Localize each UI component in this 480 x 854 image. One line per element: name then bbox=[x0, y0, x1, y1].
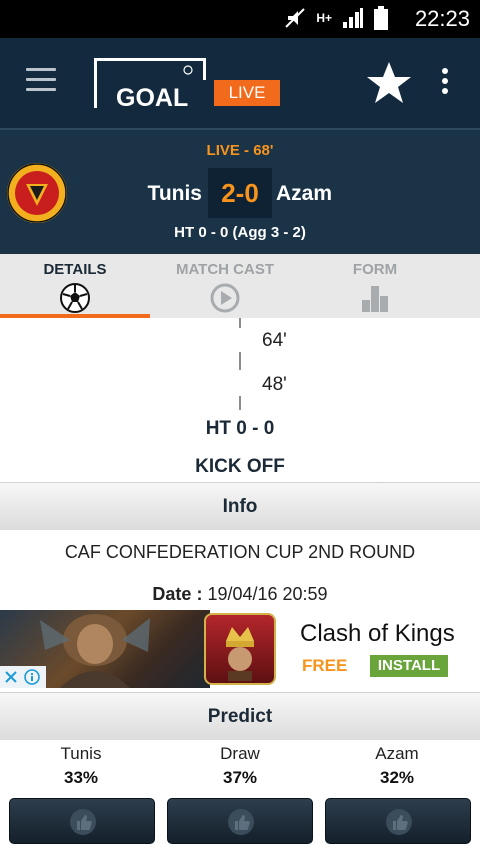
ad-title[interactable]: Clash of Kings bbox=[300, 620, 455, 648]
predict-option-label: Azam bbox=[375, 744, 419, 763]
app-bar: GOAL LIVE bbox=[0, 38, 480, 128]
timeline-line bbox=[239, 352, 241, 370]
ad-price: FREE bbox=[302, 656, 348, 675]
thumbs-up-icon bbox=[386, 809, 412, 835]
overflow-menu-icon[interactable] bbox=[442, 68, 450, 96]
network-type-label: H+ bbox=[316, 11, 332, 25]
ad-info-icon[interactable] bbox=[24, 669, 40, 685]
date-value: 19/04/16 20:59 bbox=[207, 584, 328, 604]
tab-form[interactable]: FORM bbox=[300, 254, 450, 318]
vote-home-button[interactable] bbox=[9, 798, 155, 844]
predict-option-away: Azam 32% bbox=[327, 744, 467, 788]
ad-app-icon[interactable] bbox=[204, 613, 276, 685]
star-icon[interactable] bbox=[366, 60, 412, 106]
score: 2-0 bbox=[208, 168, 272, 218]
ad-choices[interactable] bbox=[0, 666, 46, 688]
soccer-ball-icon bbox=[60, 283, 90, 313]
tab-match-cast-label: MATCH CAST bbox=[175, 261, 275, 278]
bar-chart-icon bbox=[362, 286, 388, 312]
timeline-event-minute: 48' bbox=[262, 374, 287, 395]
tab-match-cast[interactable]: MATCH CAST bbox=[150, 254, 300, 318]
tab-bar: DETAILS MATCH CAST FORM bbox=[0, 254, 480, 318]
match-timeline: 64' 48' HT 0 - 0 KICK OFF bbox=[0, 318, 480, 482]
home-team-crest-icon[interactable] bbox=[6, 162, 68, 224]
predict-option-percent: 37% bbox=[222, 768, 258, 787]
match-header: LIVE - 68' Tunis 2-0 Azam HT 0 - 0 (Agg … bbox=[0, 128, 480, 254]
menu-icon[interactable] bbox=[26, 68, 56, 92]
predict-header: Predict bbox=[0, 692, 480, 740]
close-icon[interactable] bbox=[4, 670, 18, 684]
ad-banner[interactable]: Clash of Kings FREE INSTALL bbox=[0, 610, 480, 688]
goal-logo: GOAL bbox=[94, 58, 206, 108]
home-team-name[interactable]: Tunis bbox=[148, 182, 202, 206]
predict-option-percent: 32% bbox=[379, 768, 415, 787]
timeline-kick-off: KICK OFF bbox=[195, 456, 285, 477]
thumbs-up-icon bbox=[228, 809, 254, 835]
timeline-line bbox=[239, 318, 241, 328]
thumbs-up-icon bbox=[70, 809, 96, 835]
mute-icon bbox=[285, 8, 306, 28]
predict-option-label: Draw bbox=[220, 744, 260, 763]
live-badge: LIVE bbox=[214, 80, 280, 106]
match-date: Date : 19/04/16 20:59 bbox=[0, 584, 480, 605]
tab-form-label: FORM bbox=[352, 261, 398, 278]
status-bar: H+ 22:23 bbox=[0, 0, 480, 38]
play-circle-icon bbox=[210, 283, 240, 313]
vote-away-button[interactable] bbox=[325, 798, 471, 844]
tab-details-label: DETAILS bbox=[43, 261, 107, 278]
battery-icon bbox=[374, 6, 388, 30]
timeline-line bbox=[239, 396, 241, 410]
clock: 22:23 bbox=[414, 6, 470, 31]
predict-option-home: Tunis 33% bbox=[11, 744, 151, 788]
tab-details[interactable]: DETAILS bbox=[0, 254, 150, 318]
vote-draw-button[interactable] bbox=[167, 798, 313, 844]
predict-option-label: Tunis bbox=[60, 744, 102, 763]
timeline-event-minute: 64' bbox=[262, 330, 287, 351]
competition-name: CAF CONFEDERATION CUP 2ND ROUND bbox=[64, 542, 416, 562]
goal-logo-text: GOAL bbox=[116, 84, 188, 108]
date-label: Date : bbox=[152, 584, 203, 604]
status-icons: H+ bbox=[284, 6, 388, 30]
ad-install-button[interactable]: INSTALL bbox=[370, 655, 448, 677]
predict-option-draw: Draw 37% bbox=[170, 744, 310, 788]
timeline-half-time: HT 0 - 0 bbox=[205, 418, 275, 439]
half-time-aggregate: HT 0 - 0 (Agg 3 - 2) bbox=[174, 224, 306, 241]
signal-icon bbox=[343, 8, 363, 28]
away-team-name[interactable]: Azam bbox=[276, 182, 332, 206]
live-minute: LIVE - 68' bbox=[206, 142, 274, 159]
predict-option-percent: 33% bbox=[63, 768, 99, 787]
info-header: Info bbox=[0, 482, 480, 530]
